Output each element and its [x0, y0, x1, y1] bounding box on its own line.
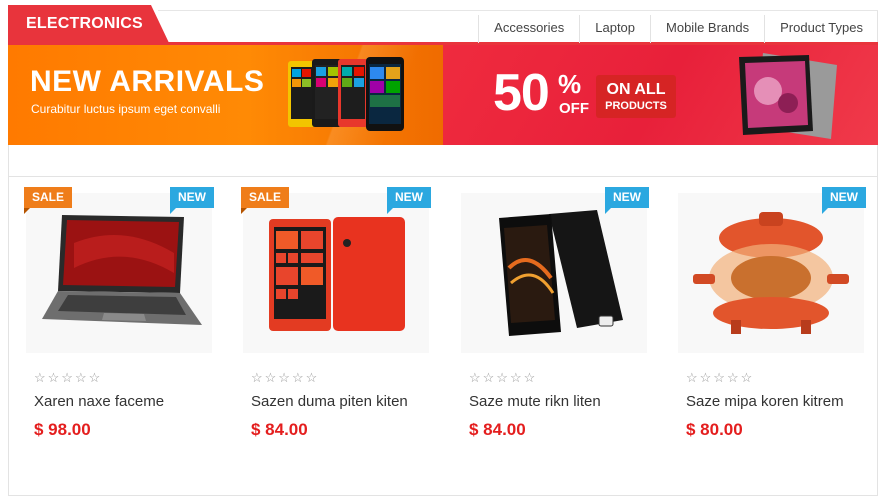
product-card[interactable]: SALE NEW ☆☆☆☆☆ Xaren naxe faceme $ 98.00	[14, 185, 214, 475]
new-badge: NEW	[605, 187, 649, 214]
discount-percent-sign: %	[558, 69, 582, 99]
nav-product-types[interactable]: Product Types	[764, 15, 878, 43]
banner-title: NEW ARRIVALS	[30, 65, 265, 98]
sale-badge: SALE	[241, 187, 290, 214]
category-nav: Accessories Laptop Mobile Brands Product…	[478, 15, 878, 43]
rating-stars[interactable]: ☆☆☆☆☆	[469, 370, 537, 386]
new-badge: NEW	[387, 187, 431, 214]
discount-percent: 50	[493, 64, 550, 122]
black-phone-image	[499, 210, 623, 336]
nav-laptop[interactable]: Laptop	[579, 15, 650, 43]
product-card[interactable]: NEW ☆☆☆☆☆ Saze mipa koren kitrem $ 80.00	[666, 185, 866, 475]
phones-image	[288, 57, 404, 131]
header-divider	[158, 10, 878, 11]
new-badge: NEW	[822, 187, 866, 214]
product-price: $ 80.00	[686, 420, 743, 439]
red-phone-image	[269, 217, 405, 331]
product-price: $ 84.00	[469, 420, 526, 439]
product-name[interactable]: Saze mute rikn liten	[469, 393, 601, 410]
product-price: $ 98.00	[34, 420, 91, 439]
product-image[interactable]	[461, 193, 647, 353]
new-badge: NEW	[170, 187, 214, 214]
banner-subtitle: Curabitur luctus ipsum eget convalli	[31, 102, 221, 116]
tablet-image	[739, 53, 837, 139]
product-price: $ 84.00	[251, 420, 308, 439]
product-card[interactable]: NEW ☆☆☆☆☆ Saze mute rikn liten $ 84.00	[449, 185, 649, 475]
rating-stars[interactable]: ☆☆☆☆☆	[686, 370, 754, 386]
on-all-label: ON ALL	[606, 81, 666, 98]
product-name[interactable]: Saze mipa koren kitrem	[686, 393, 844, 410]
product-image[interactable]	[26, 193, 212, 353]
laptop-image	[42, 215, 202, 325]
products-label: PRODUCTS	[605, 100, 667, 112]
product-card[interactable]: SALE NEW ☆☆☆☆☆ Sazen duma piten kiten $ …	[231, 185, 431, 475]
rating-stars[interactable]: ☆☆☆☆☆	[34, 370, 102, 386]
product-grid: SALE NEW ☆☆☆☆☆ Xaren naxe faceme $ 98.00…	[8, 176, 878, 496]
category-title[interactable]: ELECTRONICS	[8, 5, 170, 45]
nav-accessories[interactable]: Accessories	[478, 15, 579, 43]
new-arrivals-banner[interactable]: NEW ARRIVALS Curabitur luctus ipsum eget…	[8, 45, 443, 145]
product-image[interactable]	[243, 193, 429, 353]
category-header: ELECTRONICS Accessories Laptop Mobile Br…	[8, 5, 878, 45]
rating-stars[interactable]: ☆☆☆☆☆	[251, 370, 319, 386]
product-name[interactable]: Xaren naxe faceme	[34, 393, 164, 410]
product-image[interactable]	[678, 193, 864, 353]
sale-banner[interactable]: 50 % OFF ON ALL PRODUCTS	[443, 45, 878, 145]
discount-off: OFF	[559, 100, 589, 117]
nav-mobile-brands[interactable]: Mobile Brands	[650, 15, 764, 43]
product-name[interactable]: Sazen duma piten kiten	[251, 393, 408, 410]
sale-badge: SALE	[24, 187, 73, 214]
halogen-oven-image	[693, 212, 849, 334]
on-all-products-badge: ON ALL PRODUCTS	[596, 75, 676, 118]
